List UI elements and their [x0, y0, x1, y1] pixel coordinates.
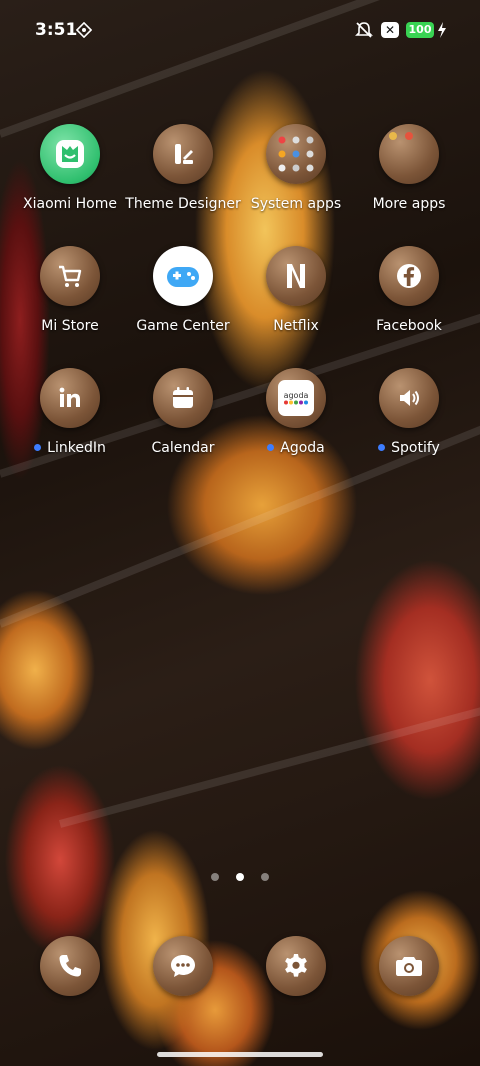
folder-more-apps[interactable]: More apps [353, 124, 465, 228]
app-label: Mi Store [41, 318, 99, 334]
app-label-text: LinkedIn [47, 440, 106, 456]
dock-phone-button[interactable] [40, 936, 100, 996]
page-indicator[interactable] [0, 866, 480, 881]
gear-icon [285, 954, 307, 977]
app-label: Spotify [345, 440, 473, 456]
app-mi-store[interactable]: Mi Store [14, 246, 126, 350]
app-label: Game Center [136, 318, 230, 334]
app-theme-designer[interactable]: Theme Designer [125, 124, 241, 228]
page-dot[interactable] [210, 873, 219, 881]
app-facebook[interactable]: Facebook [353, 246, 465, 350]
home-gesture-bar[interactable] [157, 1052, 323, 1057]
folder-icon [379, 124, 439, 184]
app-calendar[interactable]: Calendar [127, 368, 239, 472]
app-netflix[interactable]: Netflix [240, 246, 352, 350]
new-install-dot [267, 443, 275, 451]
app-xiaomi-home[interactable]: Xiaomi Home [14, 124, 126, 228]
app-label: Facebook [376, 318, 442, 334]
dock-messages-button[interactable] [153, 936, 213, 996]
folder-system-apps[interactable]: System apps [240, 124, 352, 228]
dock-settings-button[interactable] [266, 936, 326, 996]
diamond-icon [76, 22, 92, 38]
app-label-text: Spotify [391, 440, 440, 456]
camera-icon [396, 957, 422, 976]
app-label: Theme Designer [125, 196, 241, 212]
charging-icon [438, 22, 446, 38]
app-label-text: Agoda [280, 440, 325, 456]
new-install-dot [34, 443, 42, 451]
gamepad-icon [153, 246, 213, 306]
battery-icon: 100 [406, 22, 434, 38]
speaker-icon [379, 368, 439, 428]
app-label: Xiaomi Home [23, 196, 117, 212]
app-label: Agoda [232, 440, 360, 456]
app-label: System apps [250, 196, 342, 212]
phone-icon [59, 955, 81, 977]
wallpaper-beam [58, 701, 480, 828]
app-linkedin[interactable]: LinkedIn [14, 368, 126, 472]
agoda-dots [284, 400, 308, 405]
page-dot[interactable] [261, 873, 270, 881]
calendar-icon [153, 368, 213, 428]
facebook-icon [379, 246, 439, 306]
xiaomi-home-icon [40, 124, 100, 184]
dock-camera-button[interactable] [379, 936, 439, 996]
status-time: 3:51 [35, 20, 78, 40]
theme-designer-icon [153, 124, 213, 184]
app-label: More apps [372, 196, 446, 212]
agoda-logo-text: agoda [283, 391, 309, 400]
page-dot-active[interactable] [236, 873, 244, 881]
mute-icon [355, 22, 373, 38]
netflix-icon [266, 246, 326, 306]
x-app-icon: ✕ [381, 22, 399, 38]
message-icon [171, 955, 195, 977]
status-bar: 3:51 ✕ 100 [0, 0, 480, 62]
app-label: LinkedIn [6, 440, 134, 456]
cart-icon [40, 246, 100, 306]
linkedin-icon [40, 368, 100, 428]
folder-icon [266, 124, 326, 184]
app-agoda[interactable]: agoda Agoda [240, 368, 352, 472]
app-label: Netflix [273, 318, 319, 334]
app-game-center[interactable]: Game Center [127, 246, 239, 350]
new-install-dot [378, 443, 386, 451]
agoda-icon: agoda [266, 368, 326, 428]
app-label: Calendar [151, 440, 215, 456]
app-spotify[interactable]: Spotify [353, 368, 465, 472]
